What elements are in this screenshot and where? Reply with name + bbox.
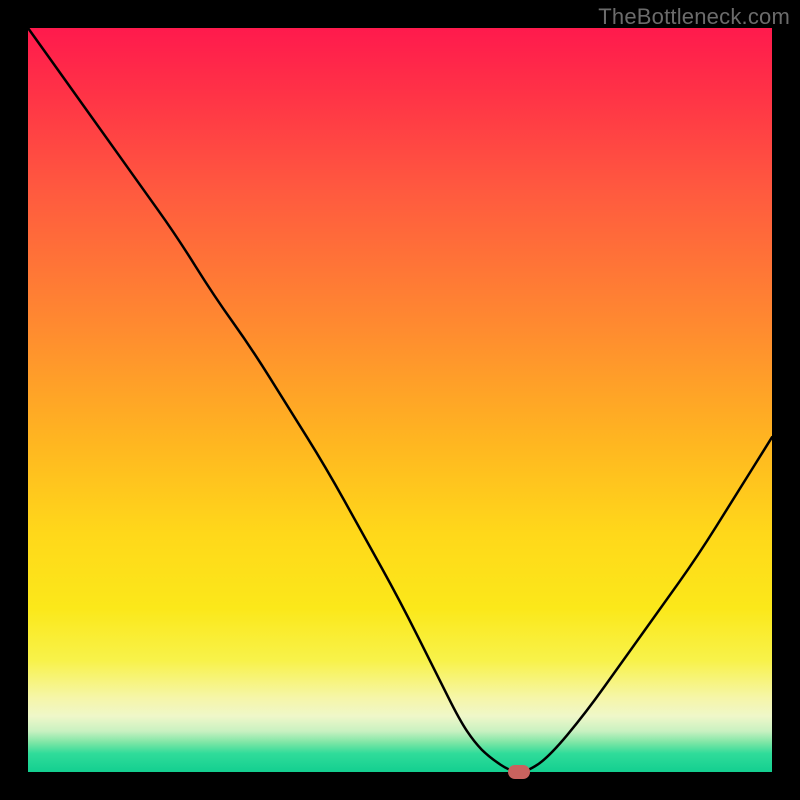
optimal-point-marker [508, 765, 530, 779]
chart-svg [28, 28, 772, 772]
plot-area [28, 28, 772, 772]
watermark-text: TheBottleneck.com [598, 4, 790, 30]
chart-frame: TheBottleneck.com [0, 0, 800, 800]
bottleneck-curve [28, 28, 772, 772]
